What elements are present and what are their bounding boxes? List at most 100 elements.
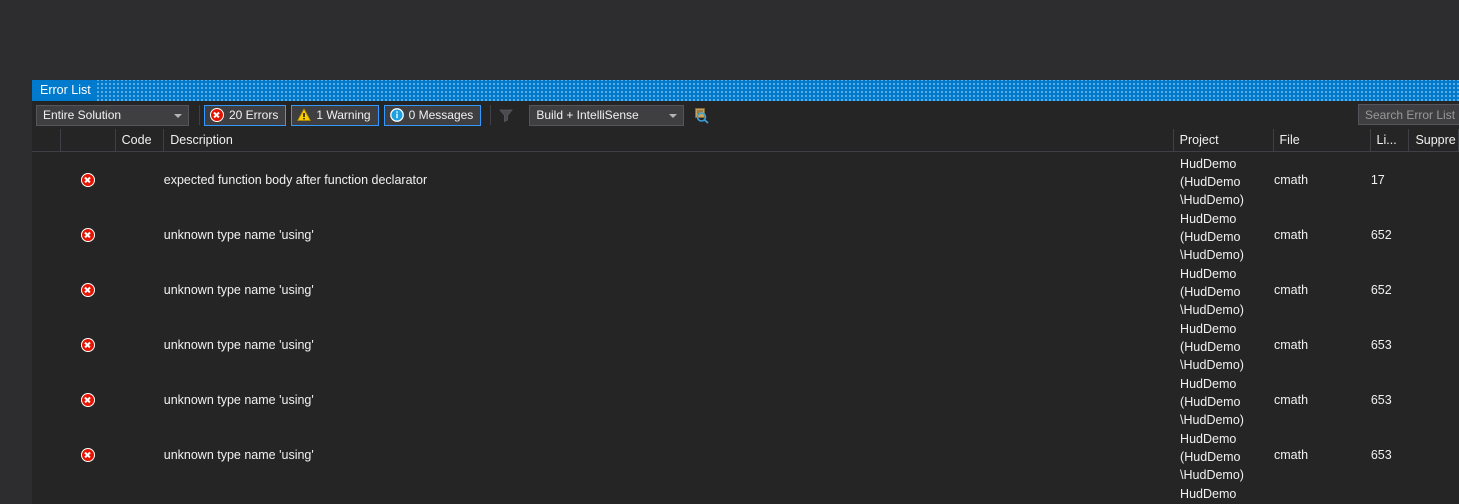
row-selector-cell[interactable] (32, 482, 61, 485)
messages-toggle-label: 0 Messages (408, 108, 474, 122)
chevron-down-icon (669, 114, 678, 118)
table-row[interactable]: unknown type name 'using' HudDemo (HudDemo… (32, 372, 1459, 427)
row-description-cell: unknown type name 'using' (163, 228, 314, 242)
error-list-titlebar[interactable]: Error List (32, 80, 1459, 101)
errors-toggle-label: 20 Errors (229, 108, 279, 122)
row-file-cell: cmath (1274, 283, 1309, 297)
row-line-cell: 17 (1370, 173, 1385, 187)
scope-filter-value: Entire Solution (43, 108, 122, 122)
row-suppression-cell (1410, 482, 1459, 503)
row-selector-cell[interactable] (32, 317, 61, 320)
row-description-cell (164, 482, 1174, 503)
column-header-line[interactable]: Li... (1371, 129, 1410, 151)
row-description-cell: unknown type name 'using' (163, 448, 314, 462)
column-header-project[interactable]: Project (1174, 129, 1274, 151)
row-severity-cell (61, 207, 115, 242)
row-selector-cell[interactable] (32, 372, 61, 375)
row-code-cell (115, 317, 163, 338)
row-severity-cell (61, 372, 115, 407)
scope-filter-dropdown[interactable]: Entire Solution (36, 104, 189, 126)
row-file-cell: cmath (1274, 173, 1309, 187)
row-line-cell: 653 (1370, 338, 1392, 352)
row-file-cell: cmath (1274, 448, 1309, 462)
grid-rows: expected function body after function de… (32, 152, 1459, 504)
row-file-cell: cmath (1274, 228, 1309, 242)
row-selector-cell[interactable] (32, 207, 61, 210)
errors-toggle-button[interactable]: 20 Errors (204, 104, 287, 126)
row-line-cell: 653 (1370, 448, 1392, 462)
table-row[interactable]: unknown type name 'using' HudDemo (HudDemo… (32, 262, 1459, 317)
row-project-cell: HudDemo (HudDemo \HudDemo) (1180, 267, 1244, 317)
table-row[interactable]: expected function body after function de… (32, 152, 1459, 207)
row-selector-cell[interactable] (32, 152, 61, 155)
toolbar-separator (199, 105, 200, 125)
row-code-cell (115, 262, 163, 283)
row-file-cell: cmath (1274, 338, 1309, 352)
row-selector-cell[interactable] (32, 262, 61, 265)
column-header-suppression[interactable]: Suppre (1409, 129, 1459, 151)
row-description-cell: unknown type name 'using' (163, 393, 314, 407)
warnings-toggle-label: 1 Warning (316, 108, 371, 122)
row-description-cell: expected function body after function de… (163, 173, 428, 187)
error-icon (81, 173, 96, 187)
row-line-cell: 652 (1370, 228, 1392, 242)
build-filter-dropdown[interactable]: Build + IntelliSense (529, 104, 685, 126)
search-error-help-icon[interactable] (690, 104, 712, 126)
row-line-cell: 653 (1370, 393, 1392, 407)
row-severity-cell (61, 317, 115, 352)
error-icon (81, 338, 96, 352)
row-selector-cell[interactable] (32, 427, 61, 430)
row-project-cell: HudDemo (HudDemo \HudDemo) (1180, 377, 1244, 427)
error-icon (210, 108, 224, 122)
row-line-cell: 652 (1370, 283, 1392, 297)
row-severity-cell (61, 482, 115, 503)
row-project-cell: HudDemo (HudDemo \HudDemo) (1180, 432, 1244, 482)
warnings-toggle-button[interactable]: 1 Warning (291, 104, 379, 126)
error-list-grid: Code Description Project File Li... Supp… (32, 129, 1459, 504)
row-suppression-cell (1410, 372, 1459, 393)
row-suppression-cell (1410, 152, 1459, 173)
column-header-severity[interactable] (61, 129, 116, 151)
build-filter-value: Build + IntelliSense (536, 108, 639, 122)
row-project-cell: HudDemo (1180, 487, 1237, 501)
row-project-cell: HudDemo (HudDemo \HudDemo) (1180, 157, 1244, 207)
column-header-code[interactable]: Code (116, 129, 165, 151)
row-line-cell (1371, 482, 1410, 503)
row-project-cell: HudDemo (HudDemo \HudDemo) (1180, 212, 1244, 262)
row-code-cell (115, 372, 163, 393)
column-header-description[interactable]: Description (164, 129, 1174, 151)
titlebar-drag-grip[interactable] (96, 80, 1459, 101)
funnel-icon[interactable] (495, 104, 517, 126)
info-icon (389, 108, 404, 122)
row-severity-cell (61, 427, 115, 462)
row-file-cell: cmath (1274, 393, 1309, 407)
table-row[interactable]: unknown type name 'using' HudDemo (HudDemo… (32, 317, 1459, 372)
column-header-file[interactable]: File (1274, 129, 1371, 151)
row-code-cell (115, 427, 163, 448)
messages-toggle-button[interactable]: 0 Messages (383, 104, 482, 126)
table-row[interactable]: unknown type name 'using' HudDemo (HudDemo… (32, 427, 1459, 482)
table-row[interactable]: HudDemo (32, 482, 1459, 504)
column-header-select[interactable] (32, 129, 62, 151)
row-code-cell (115, 482, 163, 503)
row-suppression-cell (1410, 262, 1459, 283)
row-suppression-cell (1410, 427, 1459, 448)
row-suppression-cell (1410, 317, 1459, 338)
search-placeholder: Search Error List (1365, 107, 1456, 122)
error-icon (81, 228, 96, 242)
row-code-cell (115, 152, 163, 173)
row-severity-cell (61, 262, 115, 297)
search-input[interactable]: Search Error List (1358, 104, 1459, 125)
row-code-cell (115, 207, 163, 228)
table-row[interactable]: unknown type name 'using' HudDemo (HudDemo… (32, 207, 1459, 262)
error-list-toolbar: Entire Solution 20 Errors 1 Warning 0 Me… (32, 101, 1459, 129)
row-file-cell (1274, 482, 1371, 503)
row-description-cell: unknown type name 'using' (163, 338, 314, 352)
toolbar-separator (490, 105, 492, 125)
error-icon (81, 283, 96, 297)
chevron-down-icon (174, 114, 182, 118)
warning-icon (297, 108, 312, 122)
grid-header-row: Code Description Project File Li... Supp… (32, 129, 1459, 152)
error-icon (81, 448, 96, 462)
row-suppression-cell (1410, 207, 1459, 228)
